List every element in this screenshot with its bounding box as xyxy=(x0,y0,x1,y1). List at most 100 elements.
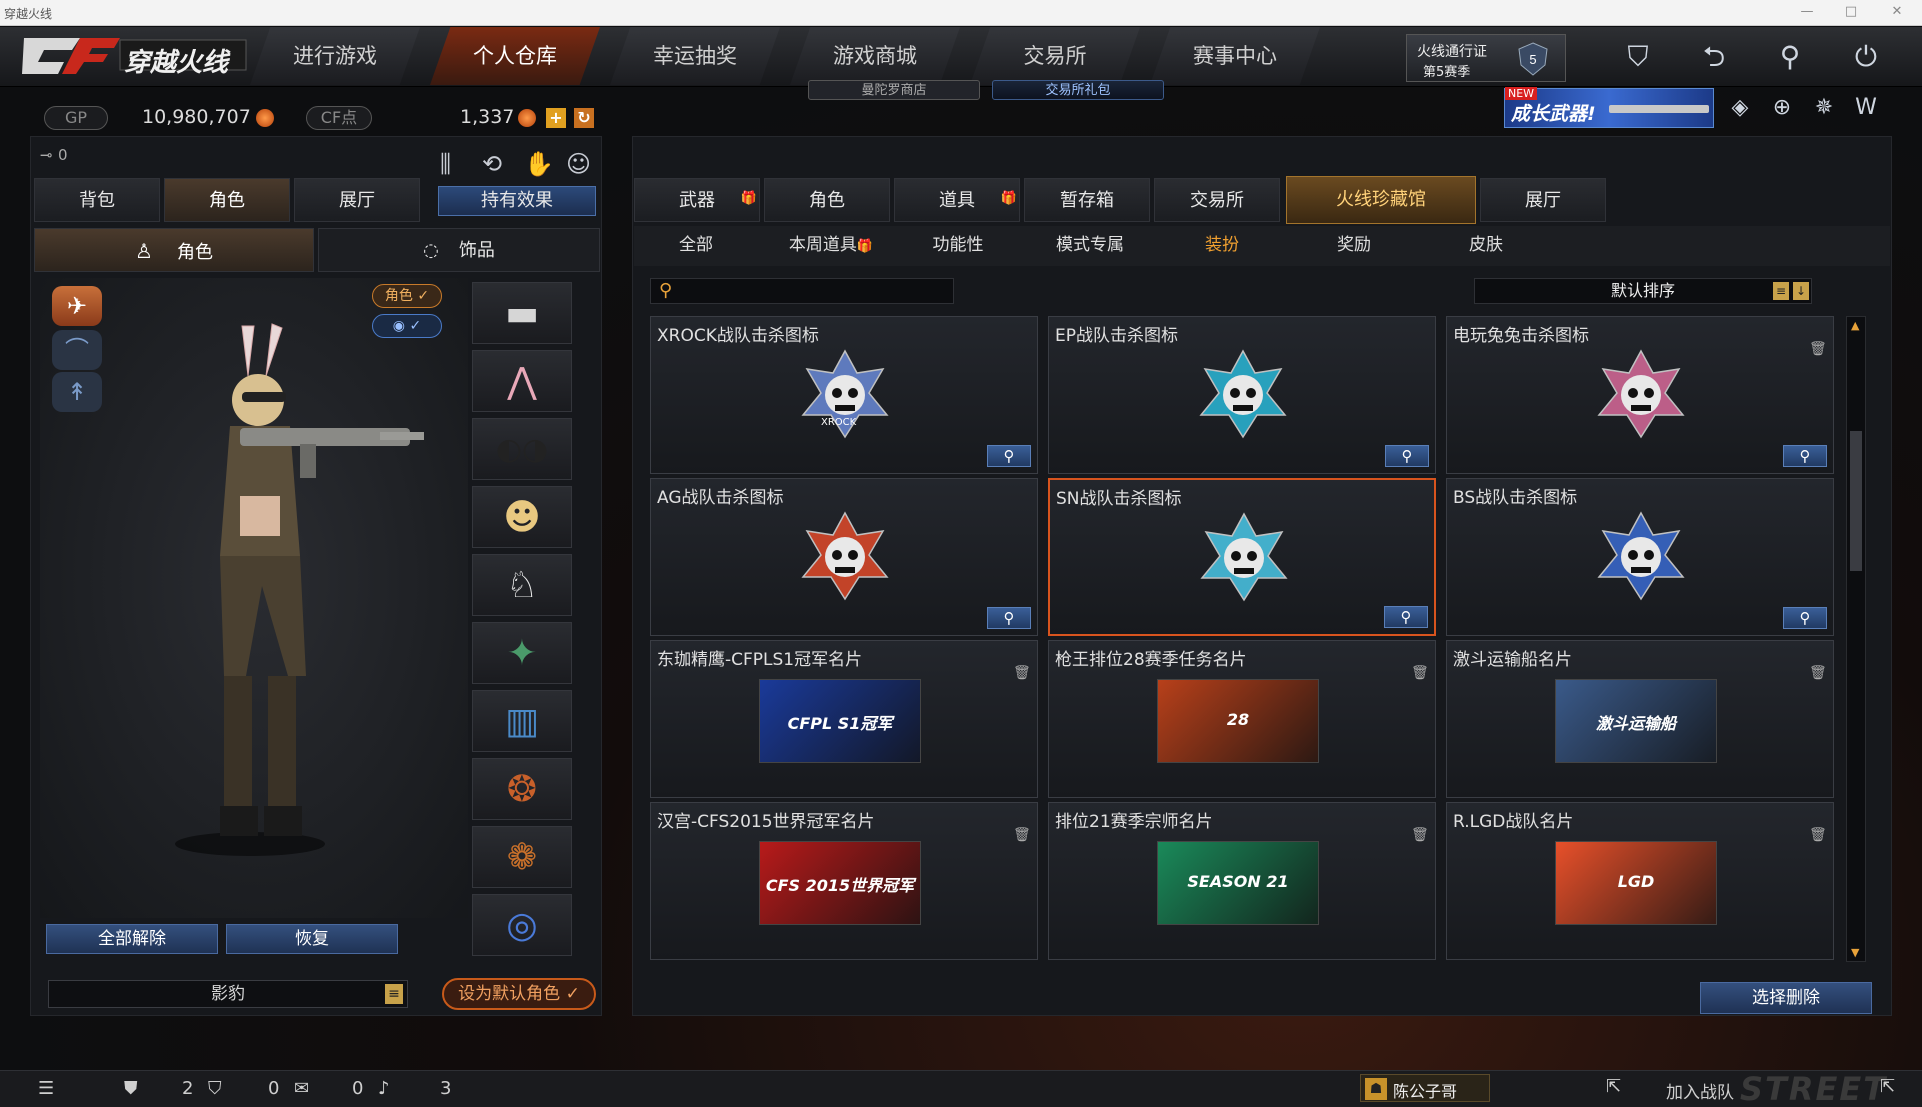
select-delete-button[interactable]: 选择删除 xyxy=(1700,982,1872,1014)
nav-tab-shop[interactable]: 游戏商城 xyxy=(790,27,960,85)
popout-icon[interactable]: ⇱ xyxy=(1880,1076,1895,1097)
item-card[interactable]: 电玩兔兔击杀图标 ⚲ 🗑 xyxy=(1446,316,1834,474)
camp-bird-icon[interactable]: ↟ xyxy=(52,372,102,412)
wing-logo-icon[interactable]: W xyxy=(1848,90,1884,126)
popout-icon[interactable]: ⇱ xyxy=(1606,1076,1621,1097)
tab-items[interactable]: 道具 🎁 xyxy=(894,178,1020,222)
trash-icon[interactable]: 🗑 xyxy=(1809,341,1827,359)
wrench-icon[interactable]: ⚲ xyxy=(1764,34,1816,80)
maximize-icon[interactable]: □ xyxy=(1842,4,1860,20)
return-icon[interactable]: ⮌ xyxy=(1688,34,1740,80)
slot-magazine[interactable]: ▥ xyxy=(472,690,572,752)
shield-icon[interactable]: ⛉ xyxy=(208,1078,222,1099)
slot-headwear[interactable]: ⋀ xyxy=(472,350,572,412)
role-select[interactable]: 影豹 ≡ xyxy=(48,980,408,1008)
subtab-accessories[interactable]: ◌ 饰品 xyxy=(318,228,600,272)
promo-banner[interactable]: NEW 成长武器! xyxy=(1504,87,1714,128)
team-icon[interactable]: ⛊ xyxy=(124,1078,138,1099)
tab-storage[interactable]: 暂存箱 xyxy=(1024,178,1150,222)
scroll-up-icon[interactable]: ▲ xyxy=(1851,319,1859,332)
trash-icon[interactable]: 🗑 xyxy=(1809,665,1827,683)
scrollbar[interactable]: ▲ ▼ xyxy=(1846,316,1866,962)
subtab-character[interactable]: ♙ 角色 xyxy=(34,228,314,272)
item-card[interactable]: EP战队击杀图标 ⚲ xyxy=(1048,316,1436,474)
role-toggle[interactable]: 角色 ✓ xyxy=(372,284,442,308)
item-card[interactable]: 排位21赛季宗师名片 SEASON 21 🗑 xyxy=(1048,802,1436,960)
trash-icon[interactable]: 🗑 xyxy=(1411,827,1429,845)
item-card[interactable]: AG战队击杀图标 ⚲ xyxy=(650,478,1038,636)
unequip-all-button[interactable]: 全部解除 xyxy=(46,924,218,954)
tab-collection[interactable]: 火线珍藏馆 xyxy=(1286,176,1476,224)
item-card[interactable]: 激斗运输船名片 激斗运输船 🗑 xyxy=(1446,640,1834,798)
trash-icon[interactable]: 🗑 xyxy=(1809,827,1827,845)
tab-exchange[interactable]: 交易所 xyxy=(1154,178,1280,222)
tab-weapons[interactable]: 武器 🎁 xyxy=(634,178,760,222)
subtab-skins[interactable]: 皮肤 xyxy=(1436,226,1536,264)
refresh-cf-button[interactable]: ↻ xyxy=(574,108,594,128)
tab-characters[interactable]: 角色 xyxy=(764,178,890,222)
slot-eyewear[interactable]: ◐◑ xyxy=(472,418,572,480)
chat-icon[interactable]: ✉ xyxy=(294,1078,309,1099)
stats-icon[interactable]: ⫼ xyxy=(440,150,451,178)
tab-backpack[interactable]: 背包 xyxy=(34,178,160,222)
sort-dropdown[interactable]: 默认排序 ≡ ↓ xyxy=(1474,278,1812,304)
slot-pet[interactable]: ♘ xyxy=(472,554,572,616)
slot-doll[interactable]: ☻ xyxy=(472,486,572,548)
subtab-functional[interactable]: 功能性 xyxy=(908,226,1008,264)
item-card[interactable]: 东珈精鹰-CFPLS1冠军名片 CFPL S1冠军 🗑 xyxy=(650,640,1038,798)
tab-gallery[interactable]: 展厅 xyxy=(1480,178,1606,222)
emote-icon[interactable]: ☺ xyxy=(566,150,591,178)
rotate-icon[interactable]: ⟲ xyxy=(482,150,502,178)
search-input[interactable]: ⚲ xyxy=(650,278,954,304)
preview-button[interactable]: ⚲ xyxy=(1783,607,1827,629)
subtab-rewards[interactable]: 奖励 xyxy=(1304,226,1404,264)
tab-character[interactable]: 角色 xyxy=(164,178,290,222)
menu-icon[interactable]: ☰ xyxy=(38,1078,54,1099)
preview-button[interactable]: ⚲ xyxy=(987,445,1031,467)
item-card[interactable]: R.LGD战队名片 LGD 🗑 xyxy=(1446,802,1834,960)
nav-tab-play[interactable]: 进行游戏 xyxy=(250,27,420,85)
satellite-icon[interactable]: ✵ xyxy=(1806,90,1842,126)
slot-bracelet[interactable]: ◎ xyxy=(472,894,572,956)
pose-icon[interactable]: ✋ xyxy=(524,150,554,178)
player-card[interactable]: ☗ 陈公子哥 xyxy=(1360,1074,1490,1102)
volume-icon[interactable]: ♪ xyxy=(378,1078,390,1099)
slot-ring[interactable]: ❁ xyxy=(472,826,572,888)
trash-icon[interactable]: 🗑 xyxy=(1013,827,1031,845)
nav-tab-lottery[interactable]: 幸运抽奖 xyxy=(610,27,780,85)
set-default-character-button[interactable]: 设为默认角色 ✓ xyxy=(442,978,596,1010)
mandala-shop-link[interactable]: 曼陀罗商店 xyxy=(808,80,980,100)
subtab-all[interactable]: 全部 xyxy=(646,226,746,264)
v-badge-icon[interactable]: ◈ xyxy=(1722,90,1758,126)
close-icon[interactable]: ✕ xyxy=(1888,4,1906,20)
restore-button[interactable]: 恢复 xyxy=(226,924,398,954)
item-card[interactable]: XROCK战队击杀图标 XROCK ⚲ xyxy=(650,316,1038,474)
slot-emblem[interactable]: ❂ xyxy=(472,758,572,820)
scroll-thumb[interactable] xyxy=(1850,431,1862,571)
item-card[interactable]: BS战队击杀图标 ⚲ xyxy=(1446,478,1834,636)
camp-wing-icon[interactable]: ⌒ xyxy=(52,330,102,370)
nav-tab-events[interactable]: 赛事中心 xyxy=(1150,27,1320,85)
camp-eagle-icon[interactable]: ✈ xyxy=(52,286,102,326)
trash-icon[interactable]: 🗑 xyxy=(1411,665,1429,683)
preview-button[interactable]: ⚲ xyxy=(1385,445,1429,467)
add-cf-button[interactable]: + xyxy=(546,108,566,128)
item-card[interactable]: 枪王排位28赛季任务名片 28 🗑 xyxy=(1048,640,1436,798)
tab-showroom[interactable]: 展厅 xyxy=(294,178,420,222)
slot-grenade[interactable]: ✦ xyxy=(472,622,572,684)
trash-icon[interactable]: 🗑 xyxy=(1013,665,1031,683)
preview-button[interactable]: ⚲ xyxy=(987,607,1031,629)
subtab-cosmetic[interactable]: 装扮 xyxy=(1172,226,1272,264)
scroll-down-icon[interactable]: ▼ xyxy=(1851,946,1859,959)
item-card[interactable]: SN战队击杀图标 ⚲ xyxy=(1048,478,1436,636)
nav-tab-exchange[interactable]: 交易所 xyxy=(970,27,1140,85)
join-team-link[interactable]: 加入战队 xyxy=(1666,1078,1734,1103)
nav-tab-warehouse[interactable]: 个人仓库 xyxy=(430,27,600,85)
power-icon[interactable]: ⏻ xyxy=(1840,34,1892,80)
battle-pass-badge[interactable]: 火线通行证 第5赛季 5 xyxy=(1406,34,1566,82)
tab-held-effects[interactable]: 持有效果 xyxy=(438,186,596,216)
shield-icon[interactable]: ⛉ xyxy=(1612,34,1664,80)
minimize-icon[interactable]: — xyxy=(1798,4,1816,20)
exchange-gift-link[interactable]: 交易所礼包 xyxy=(992,80,1164,100)
subtab-mode[interactable]: 模式专属 xyxy=(1040,226,1140,264)
